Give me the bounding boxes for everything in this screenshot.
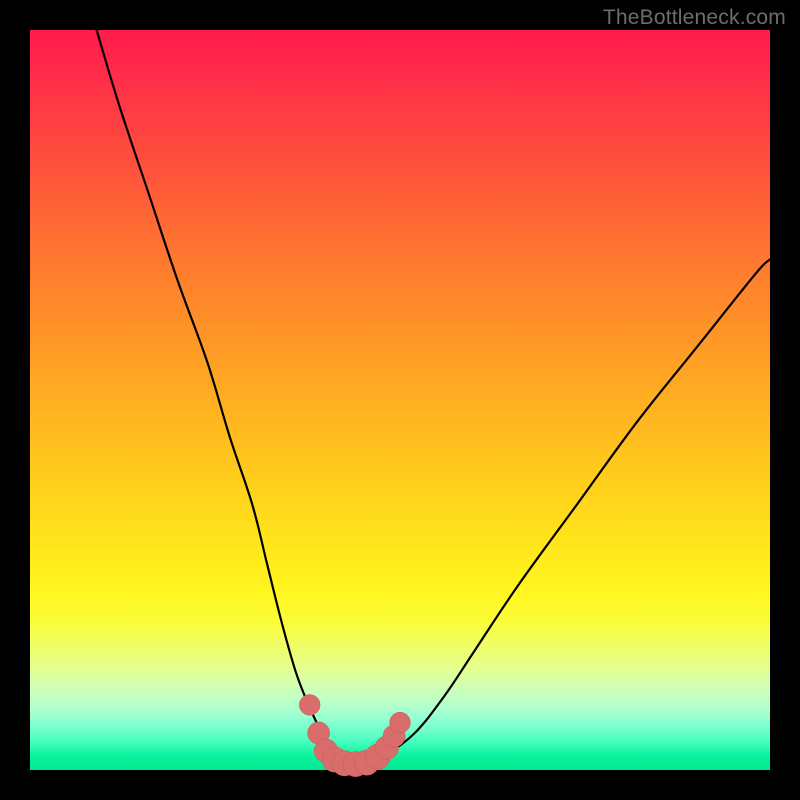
chart-frame: TheBottleneck.com	[0, 0, 800, 800]
plot-area	[30, 30, 770, 770]
watermark-text: TheBottleneck.com	[603, 6, 786, 30]
trough-marker	[390, 712, 411, 733]
bottleneck-curve-path	[97, 30, 770, 764]
trough-marker	[299, 695, 320, 716]
bottleneck-curve-svg	[30, 30, 770, 770]
trough-markers	[299, 695, 410, 777]
